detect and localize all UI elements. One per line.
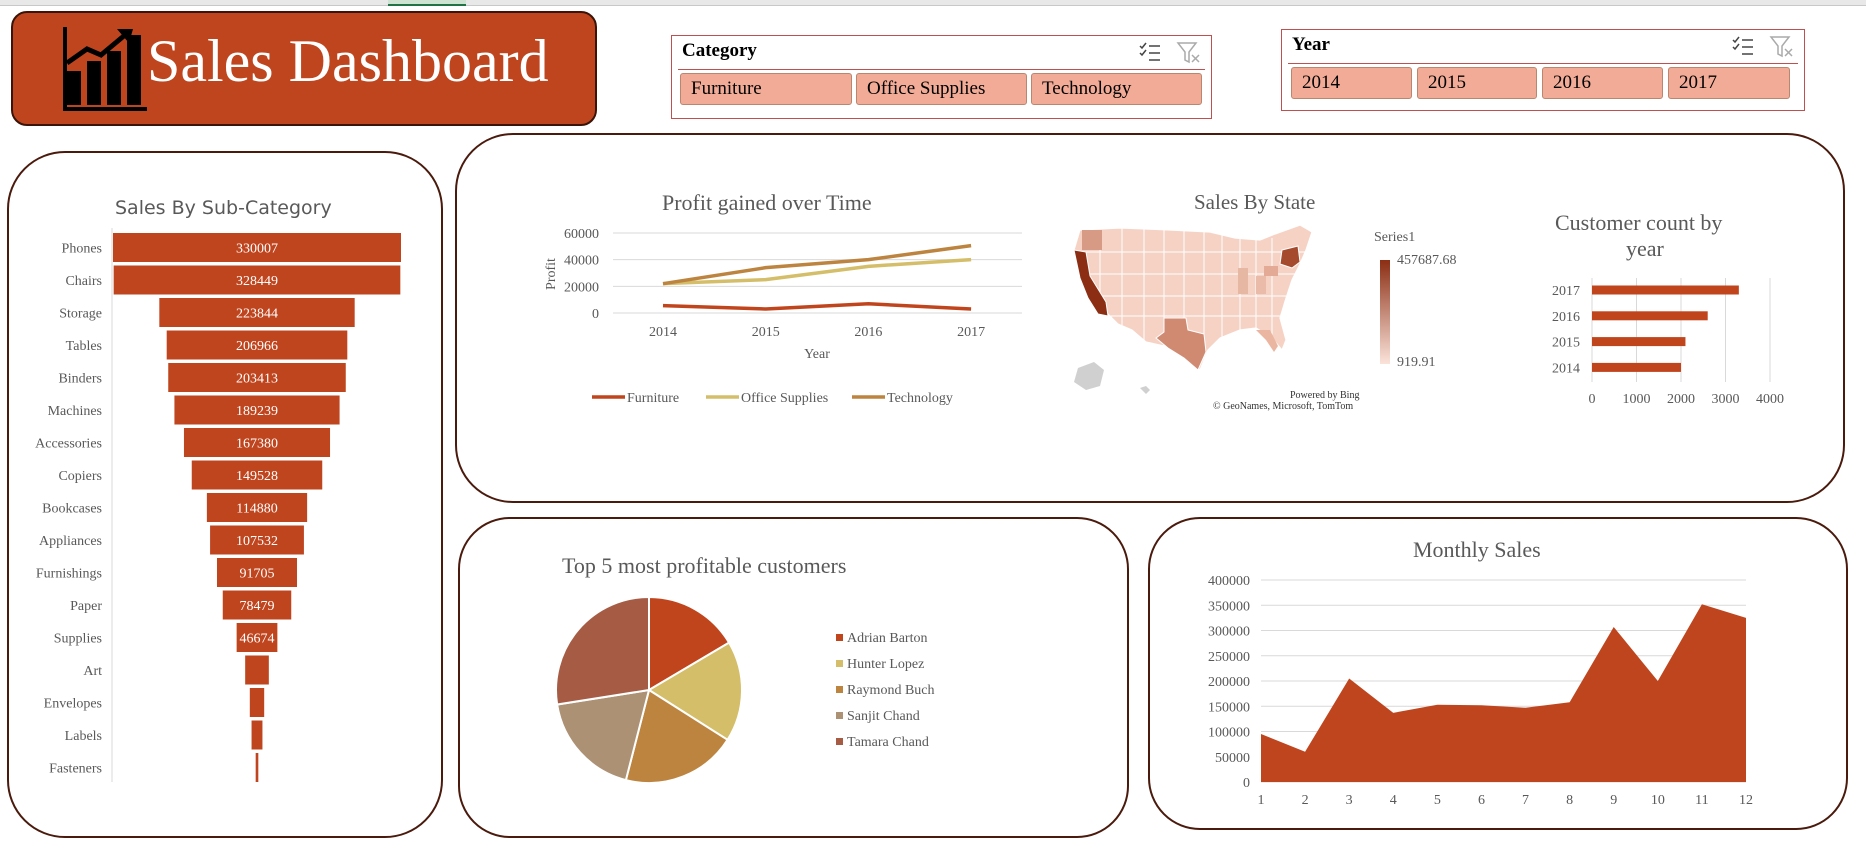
monthly-x-tick: 11 xyxy=(1695,793,1708,808)
monthly-sales-area-chart: 4000003500003000002500002000001500001000… xyxy=(1208,574,1753,808)
monthly-y-tick: 100000 xyxy=(1208,726,1250,741)
monthly-y-tick: 200000 xyxy=(1208,675,1250,690)
monthly-y-tick: 50000 xyxy=(1215,751,1250,766)
monthly-x-tick: 6 xyxy=(1478,793,1485,808)
monthly-x-tick: 3 xyxy=(1346,793,1353,808)
monthly-x-tick: 12 xyxy=(1739,793,1753,808)
monthly-x-tick: 5 xyxy=(1434,793,1441,808)
monthly-x-tick: 4 xyxy=(1390,793,1397,808)
monthly-y-tick: 250000 xyxy=(1208,650,1250,665)
monthly-x-tick: 10 xyxy=(1651,793,1665,808)
monthly-y-tick: 300000 xyxy=(1208,625,1250,640)
monthly-y-tick: 350000 xyxy=(1208,599,1250,614)
monthly-x-tick: 2 xyxy=(1302,793,1309,808)
monthly-y-tick: 400000 xyxy=(1208,574,1250,589)
monthly-x-tick: 9 xyxy=(1610,793,1617,808)
monthly-x-tick: 1 xyxy=(1258,793,1265,808)
monthly-y-tick: 150000 xyxy=(1208,700,1250,715)
monthly-x-tick: 7 xyxy=(1522,793,1529,808)
monthly-x-tick: 8 xyxy=(1566,793,1573,808)
monthly-y-tick: 0 xyxy=(1243,776,1250,791)
